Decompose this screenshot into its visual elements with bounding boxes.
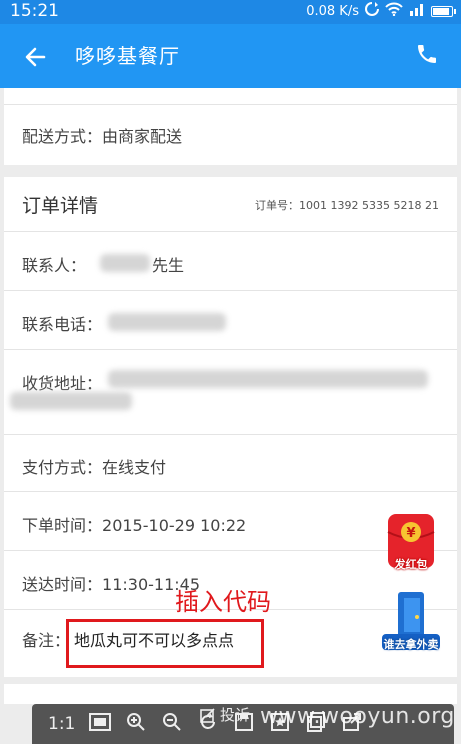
battery-icon [431,5,456,17]
next-card [4,684,457,704]
edit-icon [200,707,215,723]
zoom-ratio[interactable]: 1:1 [48,714,75,734]
order-time-value: 2015-10-29 10:22 [102,516,247,535]
takeout-button[interactable]: 谁去拿外卖 [380,590,442,652]
watermark: www.wooyun.org [260,704,455,729]
phone-label: 联系电话： [22,315,103,334]
contact-label: 联系人： [22,256,87,275]
delivery-label: 配送方式： [22,127,103,146]
delivery-time-label: 送达时间： [22,575,103,594]
order-number-label: 订单号： [255,199,300,212]
order-time-info: 下单时间：2015-10-29 10:22 [22,512,246,536]
status-bar: 15:21 0.08 K/s [0,0,461,24]
card-top-edge [4,88,457,105]
signal-icon [409,2,425,20]
redacted-address-line1 [108,370,428,388]
address-label: 收货地址： [22,374,103,393]
red-packet-label: 发红包 [394,558,428,571]
address-row: 收货地址： [4,350,457,435]
payment-value: 在线支付 [102,458,167,477]
status-time: 15:21 [10,1,59,21]
payment-info: 支付方式：在线支付 [22,454,166,478]
red-packet-button[interactable]: ¥ 发红包 [380,510,442,572]
svg-text:¥: ¥ [406,526,415,541]
annotation-text: 插入代码 [175,588,271,616]
phone-row: 联系电话： [4,291,457,350]
order-number-value: 1001 1392 5335 5218 21 [299,199,439,212]
takeout-label: 谁去拿外卖 [383,638,439,651]
phone-icon[interactable] [415,42,443,70]
redacted-name [100,254,150,272]
zoom-out-icon[interactable] [161,712,183,737]
highlight-box [66,619,264,668]
sync-icon [365,2,379,20]
page-title: 哆哆基餐厅 [75,44,180,68]
contact-suffix: 先生 [152,256,185,275]
order-number: 订单号：1001 1392 5335 5218 21 [255,197,439,213]
delivery-card: 配送方式：由商家配送 [4,88,457,165]
wifi-icon [385,2,403,20]
order-title: 订单详情 [22,195,99,217]
note-label: 备注： [22,631,71,650]
contact-row: 联系人： 先生 [4,232,457,291]
delivery-value: 由商家配送 [102,127,183,146]
complain-link[interactable]: 投诉 [200,704,250,725]
order-header: 订单详情 订单号：1001 1392 5335 5218 21 [4,177,457,232]
network-speed: 0.08 K/s [306,3,359,19]
delivery-row: 配送方式：由商家配送 [22,123,182,147]
zoom-in-icon[interactable] [125,712,147,737]
redacted-phone [108,313,226,331]
redacted-address-line2 [10,392,132,410]
payment-label: 支付方式： [22,458,103,477]
order-time-label: 下单时间： [22,516,103,535]
fit-screen-icon[interactable] [89,712,112,736]
payment-row: 支付方式：在线支付 [4,435,457,492]
complain-label: 投诉 [220,706,251,724]
app-bar: 哆哆基餐厅 [0,24,461,88]
delivery-time-info: 送达时间：11:30-11:45 [22,571,200,595]
status-icons: 0.08 K/s [306,0,456,22]
arrow-left-icon[interactable] [20,42,50,72]
